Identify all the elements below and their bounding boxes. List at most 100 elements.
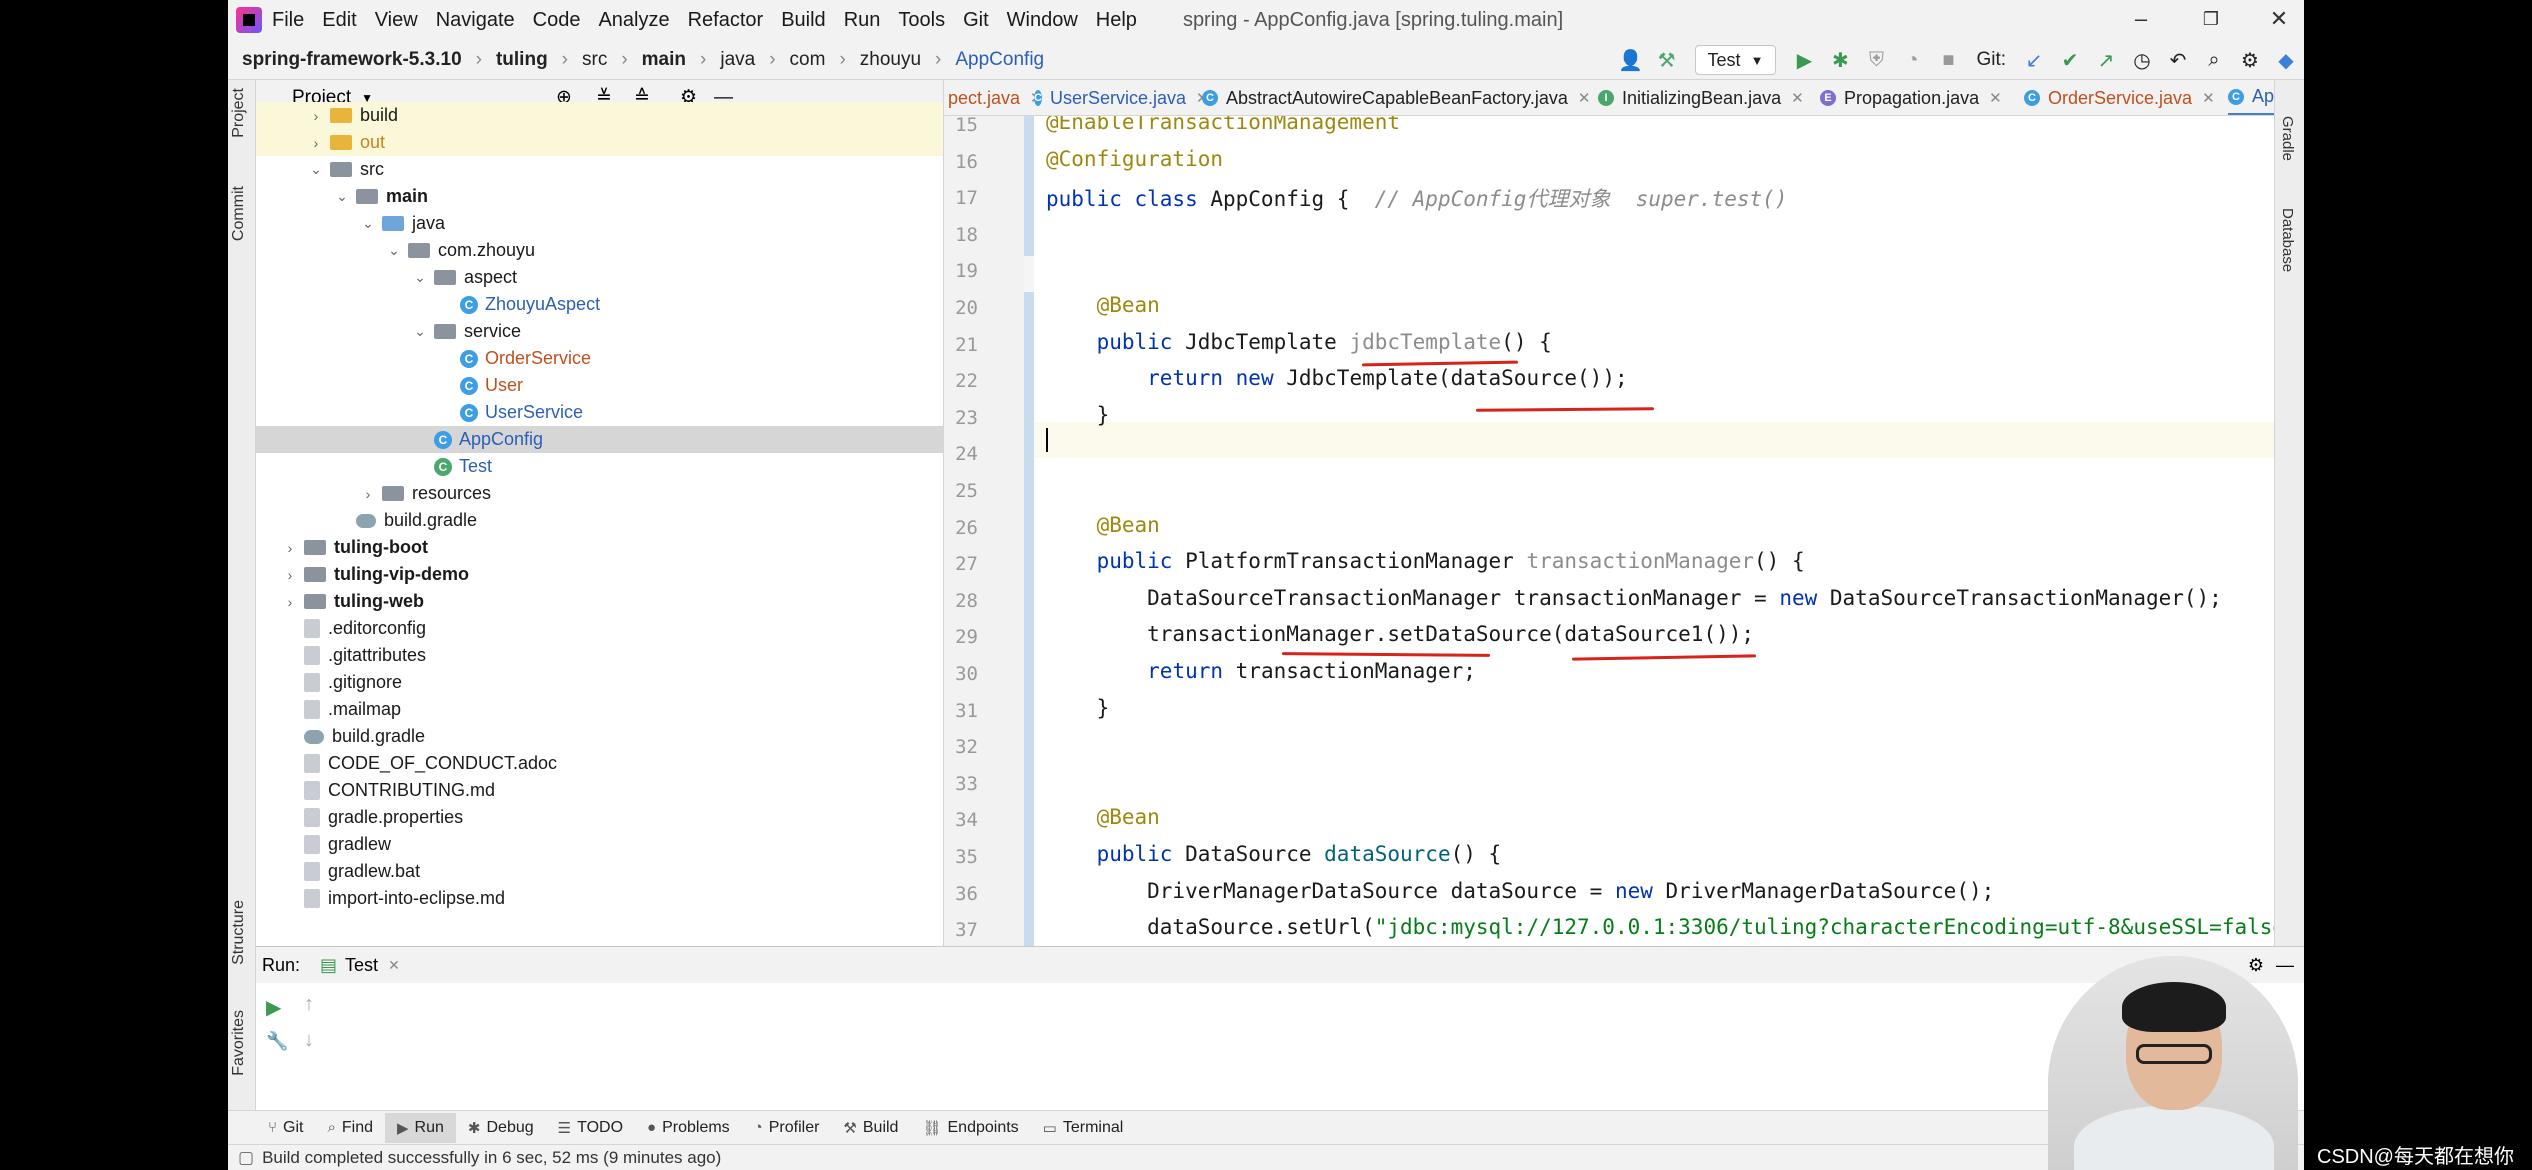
tree-node[interactable]: CODE_OF_CONDUCT.adoc (256, 750, 943, 777)
expand-arrow-icon[interactable]: ⌄ (334, 188, 350, 205)
breadcrumb-com[interactable]: com (790, 49, 826, 71)
history-icon[interactable]: ◷ (2127, 45, 2157, 75)
tree-node[interactable]: › tuling-web (256, 588, 943, 615)
tree-node[interactable]: .editorconfig (256, 615, 943, 642)
close-icon[interactable]: ✕ (388, 957, 400, 974)
breadcrumb-src[interactable]: src (582, 49, 607, 71)
expand-arrow-icon[interactable]: › (308, 135, 324, 151)
tool-button-find[interactable]: ⌕ Find (315, 1113, 385, 1143)
plugin-icon[interactable]: ◆ (2271, 45, 2301, 75)
arrow-up-icon[interactable]: ↑ (304, 993, 314, 1016)
tool-button-git[interactable]: ⑂ Git (256, 1113, 315, 1143)
tree-node[interactable]: .gitignore (256, 669, 943, 696)
tool-button-terminal[interactable]: ▭ Terminal (1031, 1113, 1136, 1143)
search-icon[interactable]: ⌕ (2199, 45, 2229, 75)
minimize-icon[interactable]: – (2126, 4, 2156, 34)
menu-code[interactable]: Code (533, 9, 581, 32)
restore-icon[interactable]: ❐ (2196, 4, 2226, 34)
tree-node[interactable]: CONTRIBUTING.md (256, 777, 943, 804)
tree-node[interactable]: C AppConfig (256, 426, 943, 453)
menu-git[interactable]: Git (963, 9, 989, 32)
run-icon[interactable]: ▶ (1789, 45, 1819, 75)
menu-refactor[interactable]: Refactor (688, 9, 764, 32)
breadcrumb-project[interactable]: spring-framework-5.3.10 (242, 49, 462, 71)
tree-node[interactable]: build.gradle (256, 507, 943, 534)
tool-button-run[interactable]: ▶ Run (385, 1112, 456, 1143)
tree-node[interactable]: gradlew (256, 831, 943, 858)
tab-gradle-side[interactable]: Gradle (2279, 116, 2296, 161)
tree-node[interactable]: .gitattributes (256, 642, 943, 669)
expand-arrow-icon[interactable]: ⌄ (360, 215, 376, 232)
tree-node[interactable]: gradle.properties (256, 804, 943, 831)
run-tab-test[interactable]: Test (345, 955, 378, 976)
expand-arrow-icon[interactable]: ⌄ (308, 161, 324, 178)
tree-node[interactable]: gradlew.bat (256, 858, 943, 885)
arrow-down-icon[interactable]: ↓ (304, 1029, 314, 1052)
menu-window[interactable]: Window (1007, 9, 1078, 32)
expand-arrow-icon[interactable]: ⌄ (386, 242, 402, 259)
tree-node[interactable]: ⌄ main (256, 183, 943, 210)
build-hammer-icon[interactable]: ⚒ (1652, 45, 1682, 75)
menu-edit[interactable]: Edit (322, 9, 356, 32)
expand-arrow-icon[interactable]: › (282, 567, 298, 583)
menu-run[interactable]: Run (844, 9, 881, 32)
editor-tab[interactable]: C AbstractAutowireCapableBeanFactory.java… (1202, 80, 1598, 115)
tree-node[interactable]: import-into-eclipse.md (256, 885, 943, 912)
debug-icon[interactable]: ✱ (1825, 45, 1855, 75)
expand-arrow-icon[interactable]: ⌄ (412, 269, 428, 286)
wrench-icon[interactable]: 🔧 (266, 1031, 288, 1052)
breadcrumb-java[interactable]: java (720, 49, 755, 71)
expand-arrow-icon[interactable]: › (282, 594, 298, 610)
breadcrumb-appconfig[interactable]: AppConfig (955, 49, 1044, 71)
tree-node[interactable]: ⌄ com.zhouyu (256, 237, 943, 264)
tree-node[interactable]: ⌄ java (256, 210, 943, 237)
expand-arrow-icon[interactable]: › (282, 540, 298, 556)
menu-file[interactable]: File (272, 9, 304, 32)
breadcrumb-zhouyu[interactable]: zhouyu (860, 49, 921, 71)
close-icon[interactable]: ✕ (2202, 89, 2215, 107)
tab-structure-side[interactable]: Structure (230, 900, 248, 965)
git-push-icon[interactable]: ↗ (2091, 45, 2121, 75)
close-icon[interactable]: ✕ (1578, 89, 1591, 107)
git-commit-icon[interactable]: ✔ (2055, 45, 2085, 75)
run-config-select[interactable]: Test ▼ (1694, 45, 1777, 75)
coverage-icon[interactable]: ⛨ (1861, 45, 1891, 75)
tree-node[interactable]: › tuling-vip-demo (256, 561, 943, 588)
close-icon[interactable]: ✕ (1989, 89, 2002, 107)
menu-build[interactable]: Build (781, 9, 825, 32)
tab-project-side[interactable]: Project (230, 88, 248, 138)
close-window-icon[interactable]: ✕ (2264, 4, 2294, 34)
tree-node[interactable]: › resources (256, 480, 943, 507)
menu-tools[interactable]: Tools (898, 9, 945, 32)
tree-node[interactable]: C Test (256, 453, 943, 480)
editor-tab[interactable]: E Propagation.java ✕ (1820, 80, 2024, 115)
tab-database-side[interactable]: Database (2279, 208, 2296, 272)
menu-help[interactable]: Help (1096, 9, 1137, 32)
code-editor[interactable]: @EnableTransactionManagement @Configurati… (1034, 116, 2304, 946)
tree-node[interactable]: ⌄ src (256, 156, 943, 183)
breadcrumb-main[interactable]: main (642, 49, 686, 71)
tab-favorites-side[interactable]: Favorites (230, 1010, 248, 1076)
editor-tab[interactable]: pect.java✕ (948, 80, 1043, 115)
expand-arrow-icon[interactable]: › (360, 486, 376, 502)
editor-tab[interactable]: I InitializingBean.java ✕ (1598, 80, 1820, 115)
tree-node[interactable]: C UserService (256, 399, 943, 426)
tree-node[interactable]: › tuling-boot (256, 534, 943, 561)
expand-arrow-icon[interactable]: › (308, 108, 324, 124)
editor-tab[interactable]: CUserService.java✕ (1034, 80, 1209, 115)
settings-icon[interactable]: ⚙ (2235, 45, 2265, 75)
rollback-icon[interactable]: ↶ (2163, 45, 2193, 75)
tool-button-problems[interactable]: ● Problems (635, 1113, 742, 1143)
tree-node[interactable]: ⌄ aspect (256, 264, 943, 291)
tree-node[interactable]: C ZhouyuAspect (256, 291, 943, 318)
tool-button-build[interactable]: ⚒ Build (831, 1113, 910, 1143)
editor-tab[interactable]: C OrderService.java ✕ (2024, 80, 2228, 115)
tree-node[interactable]: build.gradle (256, 723, 943, 750)
rerun-icon[interactable]: ▶ (266, 995, 281, 1020)
menu-analyze[interactable]: Analyze (598, 9, 669, 32)
tree-node[interactable]: .mailmap (256, 696, 943, 723)
expand-arrow-icon[interactable]: ⌄ (412, 323, 428, 340)
user-icon[interactable]: 👤 (1616, 45, 1646, 75)
tool-button-profiler[interactable]: ◔ Profiler (742, 1113, 832, 1143)
profile-icon[interactable]: ◔ (1897, 45, 1927, 75)
